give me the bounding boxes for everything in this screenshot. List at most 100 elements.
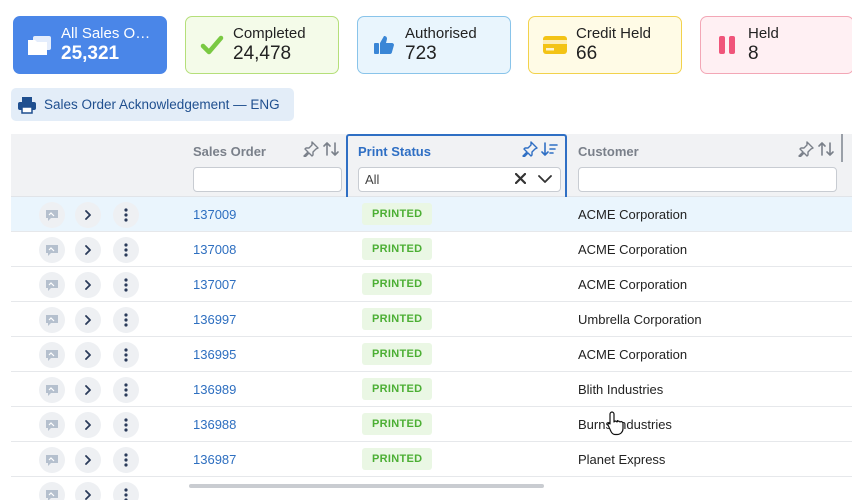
card-held[interactable]: Held 8 xyxy=(700,16,852,74)
column-header-sales-order[interactable]: Sales Order xyxy=(182,134,346,197)
more-vertical-icon[interactable] xyxy=(113,482,139,500)
customer-name: ACME Corporation xyxy=(578,242,688,257)
table-row[interactable]: 137007 PRINTED ACME Corporation xyxy=(11,267,852,302)
note-icon[interactable] xyxy=(39,202,65,228)
note-icon[interactable] xyxy=(39,447,65,473)
sort-descending-icon[interactable] xyxy=(541,140,559,158)
customer-name: ACME Corporation xyxy=(578,347,688,362)
status-cards: All Sales Or… 25,321 Completed 24,478 Au… xyxy=(13,16,852,74)
more-vertical-icon[interactable] xyxy=(113,342,139,368)
grid-body: 137009 PRINTED ACME Corporation 137008 PRINT… xyxy=(11,197,852,500)
card-count: 24,478 xyxy=(233,42,292,64)
print-status-filter-value: All xyxy=(365,172,380,187)
chevron-right-icon[interactable] xyxy=(75,447,101,473)
sales-order-link[interactable]: 137008 xyxy=(193,242,236,257)
card-label: Completed xyxy=(233,25,306,43)
print-status-badge: PRINTED xyxy=(362,448,433,470)
column-title: Customer xyxy=(578,144,639,159)
print-status-badge: PRINTED xyxy=(362,378,433,400)
column-header-print-status[interactable]: Print Status All xyxy=(346,134,567,197)
column-resize-handle[interactable] xyxy=(841,134,843,162)
column-title: Print Status xyxy=(358,144,431,159)
note-icon[interactable] xyxy=(39,342,65,368)
chevron-right-icon[interactable] xyxy=(75,237,101,263)
more-vertical-icon[interactable] xyxy=(113,202,139,228)
card-label: Authorised xyxy=(405,25,477,43)
table-row[interactable]: 136988 PRINTED Burns Industries xyxy=(11,407,852,442)
print-status-badge: PRINTED xyxy=(362,413,433,435)
sort-icon[interactable] xyxy=(817,140,835,158)
print-status-badge: PRINTED xyxy=(362,203,433,225)
sales-order-link[interactable]: 136995 xyxy=(193,347,236,362)
clear-icon[interactable] xyxy=(514,172,527,187)
sales-order-link[interactable]: 137007 xyxy=(193,277,236,292)
table-row[interactable]: 136997 PRINTED Umbrella Corporation xyxy=(11,302,852,337)
column-header-customer[interactable]: Customer xyxy=(567,134,841,197)
note-icon[interactable] xyxy=(39,412,65,438)
more-vertical-icon[interactable] xyxy=(113,447,139,473)
customer-name: ACME Corporation xyxy=(578,277,688,292)
print-status-filter-select[interactable]: All xyxy=(358,167,561,192)
note-icon[interactable] xyxy=(39,237,65,263)
card-label: Held xyxy=(748,25,779,43)
card-authorised[interactable]: Authorised 723 xyxy=(357,16,511,74)
sales-order-filter-input[interactable] xyxy=(193,167,342,192)
pin-icon[interactable] xyxy=(522,141,538,157)
card-label: Credit Held xyxy=(576,25,652,43)
column-title: Sales Order xyxy=(193,144,266,159)
chevron-right-icon[interactable] xyxy=(75,482,101,500)
chevron-right-icon[interactable] xyxy=(75,412,101,438)
sales-order-link[interactable]: 136989 xyxy=(193,382,236,397)
sales-order-grid: Sales Order Print Status All Customer 13… xyxy=(11,134,852,500)
customer-filter-input[interactable] xyxy=(578,167,837,192)
pin-icon[interactable] xyxy=(303,141,319,157)
table-row[interactable]: 137009 PRINTED ACME Corporation xyxy=(11,197,852,232)
customer-name: Umbrella Corporation xyxy=(578,312,702,327)
card-count: 8 xyxy=(748,42,759,64)
chevron-down-icon[interactable] xyxy=(538,172,552,187)
sales-order-link[interactable]: 136997 xyxy=(193,312,236,327)
more-vertical-icon[interactable] xyxy=(113,272,139,298)
table-row[interactable]: 136995 PRINTED ACME Corporation xyxy=(11,337,852,372)
table-row[interactable]: 137008 PRINTED ACME Corporation xyxy=(11,232,852,267)
credit-card-icon xyxy=(542,32,568,58)
card-count: 66 xyxy=(576,42,598,64)
table-row-partial xyxy=(11,477,852,500)
pause-icon xyxy=(714,32,740,58)
chevron-right-icon[interactable] xyxy=(75,307,101,333)
hand-cursor-icon xyxy=(607,411,624,436)
chevron-right-icon[interactable] xyxy=(75,342,101,368)
customer-name: Blith Industries xyxy=(578,382,664,397)
table-row[interactable]: 136987 PRINTED Planet Express xyxy=(11,442,852,477)
more-vertical-icon[interactable] xyxy=(113,412,139,438)
table-row[interactable]: 136989 PRINTED Blith Industries xyxy=(11,372,852,407)
note-icon[interactable] xyxy=(39,377,65,403)
print-status-badge: PRINTED xyxy=(362,308,433,330)
chevron-right-icon[interactable] xyxy=(75,377,101,403)
print-status-badge: PRINTED xyxy=(362,343,433,365)
chevron-right-icon[interactable] xyxy=(75,272,101,298)
card-completed[interactable]: Completed 24,478 xyxy=(185,16,339,74)
check-icon xyxy=(199,32,225,58)
print-button-label: Sales Order Acknowledgement — ENG xyxy=(44,97,280,112)
print-status-badge: PRINTED xyxy=(362,238,433,260)
sales-order-link[interactable]: 136987 xyxy=(193,452,236,467)
pin-icon[interactable] xyxy=(798,141,814,157)
chevron-right-icon[interactable] xyxy=(75,202,101,228)
card-count: 25,321 xyxy=(61,42,120,64)
print-sales-order-acknowledgement-button[interactable]: Sales Order Acknowledgement — ENG xyxy=(11,88,294,121)
card-credit-held[interactable]: Credit Held 66 xyxy=(528,16,682,74)
note-icon[interactable] xyxy=(39,272,65,298)
sales-order-link[interactable]: 137009 xyxy=(193,207,236,222)
more-vertical-icon[interactable] xyxy=(113,237,139,263)
card-count: 723 xyxy=(405,42,437,64)
card-all-sales-orders[interactable]: All Sales Or… 25,321 xyxy=(13,16,167,74)
more-vertical-icon[interactable] xyxy=(113,377,139,403)
more-vertical-icon[interactable] xyxy=(113,307,139,333)
customer-name: Planet Express xyxy=(578,452,666,467)
note-icon[interactable] xyxy=(39,307,65,333)
sales-order-link[interactable]: 136988 xyxy=(193,417,236,432)
note-icon[interactable] xyxy=(39,482,65,500)
horizontal-scrollbar[interactable] xyxy=(189,484,544,488)
sort-icon[interactable] xyxy=(322,140,340,158)
